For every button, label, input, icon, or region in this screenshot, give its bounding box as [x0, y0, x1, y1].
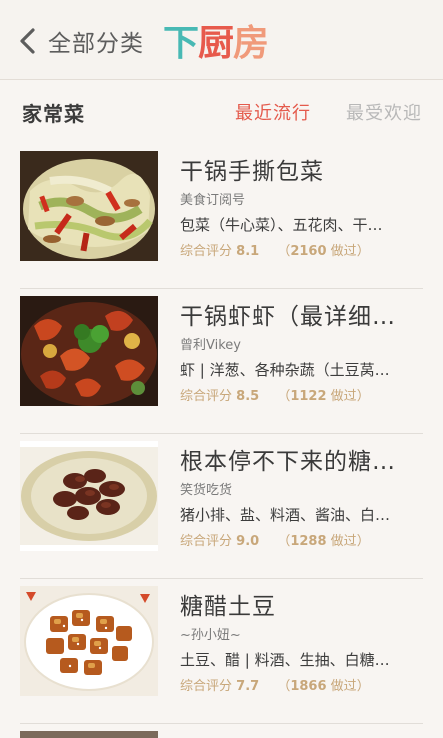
recipe-thumbnail: [20, 586, 158, 696]
sweet-sour-potato-image: [20, 586, 158, 696]
logo-char-3: 房: [233, 23, 269, 64]
tab-recent[interactable]: 最近流行: [235, 99, 311, 125]
recipe-ingredients: 虾 | 洋葱、各种杂蔬（土豆莴…: [180, 361, 390, 379]
chevron-left-icon: [20, 28, 35, 54]
rating-score: 8.1: [236, 244, 260, 259]
rating-score: 8.5: [236, 389, 260, 404]
recipe-author: 曾利Vikey: [180, 338, 241, 353]
made-count: 1122: [290, 389, 327, 404]
made-count: 1288: [290, 534, 327, 549]
rating-label: 综合评分: [180, 244, 233, 259]
rating-label: 综合评分: [180, 389, 233, 404]
recipe-author: ~孙小妞~: [180, 628, 241, 643]
divider: [20, 723, 423, 724]
top-bar: 全部分类 下 厨 房: [0, 0, 443, 80]
back-label: 全部分类: [48, 31, 144, 57]
logo-char-1: 下: [163, 23, 199, 64]
recipe-item[interactable]: 根本停不下来的糖… 笑货吃货 猪小排、盐、料酒、酱油、白… 综合评分 9.0 （…: [0, 434, 443, 579]
rating-label: 综合评分: [180, 679, 233, 694]
app-root: 全部分类 下 厨 房 家常菜 最近流行 最受欢迎 干锅手撕包菜 美食订阅号 包菜…: [0, 0, 443, 738]
recipe-item[interactable]: 干锅手撕包菜 美食订阅号 包菜（牛心菜）、五花肉、干… 综合评分 8.1 （21…: [0, 144, 443, 289]
next-recipe-thumbnail-peek: [20, 731, 158, 738]
recipe-name: 干锅虾虾（最详细…: [180, 304, 396, 330]
shrimp-dish-image: [20, 296, 158, 406]
sweet-sour-ribs-image: [20, 441, 158, 551]
recipe-item[interactable]: 干锅虾虾（最详细… 曾利Vikey 虾 | 洋葱、各种杂蔬（土豆莴… 综合评分 …: [0, 289, 443, 434]
recipe-item[interactable]: 糖醋土豆 ~孙小妞~ 土豆、醋 | 料酒、生抽、白糖… 综合评分 7.7 （18…: [0, 579, 443, 724]
recipe-name: 根本停不下来的糖…: [180, 449, 396, 475]
rating-score: 7.7: [236, 679, 260, 694]
recipe-author: 笑货吃货: [180, 483, 233, 498]
recipe-list: 干锅手撕包菜 美食订阅号 包菜（牛心菜）、五花肉、干… 综合评分 8.1 （21…: [0, 144, 443, 724]
recipe-ingredients: 土豆、醋 | 料酒、生抽、白糖…: [180, 651, 390, 669]
back-button[interactable]: 全部分类: [18, 24, 148, 58]
recipe-author: 美食订阅号: [180, 193, 246, 208]
recipe-ingredients: 猪小排、盐、料酒、酱油、白…: [180, 506, 391, 524]
recipe-name: 干锅手撕包菜: [180, 159, 324, 185]
recipe-thumbnail: [20, 151, 158, 261]
section-title: 家常菜: [22, 102, 85, 126]
cabbage-dish-image: [20, 151, 158, 261]
made-count-suffix: 做过: [330, 534, 357, 549]
logo-char-2: 厨: [198, 23, 234, 64]
rating-score: 9.0: [236, 534, 260, 549]
made-count: 1866: [290, 679, 327, 694]
made-count-suffix: 做过: [330, 244, 357, 259]
recipe-rating: 综合评分 7.7 （1866 做过）: [180, 679, 370, 694]
tab-popular[interactable]: 最受欢迎: [346, 99, 422, 125]
rating-label: 综合评分: [180, 534, 233, 549]
recipe-thumbnail: [20, 441, 158, 551]
recipe-ingredients: 包菜（牛心菜）、五花肉、干…: [180, 216, 383, 234]
recipe-rating: 综合评分 8.5 （1122 做过）: [180, 389, 370, 404]
app-logo: 下 厨 房: [163, 18, 269, 64]
recipe-rating: 综合评分 8.1 （2160 做过）: [180, 244, 370, 259]
recipe-rating: 综合评分 9.0 （1288 做过）: [180, 534, 370, 549]
made-count: 2160: [290, 244, 327, 259]
recipe-name: 糖醋土豆: [180, 594, 276, 620]
recipe-thumbnail: [20, 296, 158, 406]
section-header: 家常菜 最近流行 最受欢迎: [0, 80, 443, 144]
made-count-suffix: 做过: [330, 679, 357, 694]
made-count-suffix: 做过: [330, 389, 357, 404]
